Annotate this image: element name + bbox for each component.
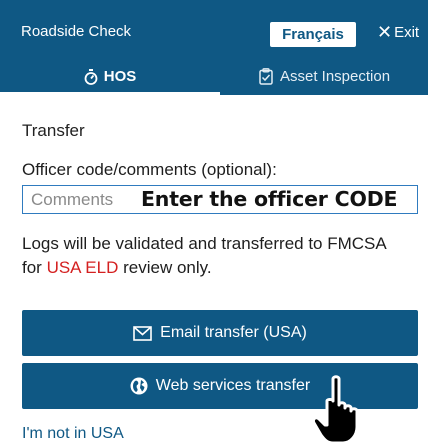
tab-hos[interactable]: HOS (0, 58, 220, 95)
close-icon: ✕ (377, 22, 393, 42)
officer-code-instruction: Enter the officer CODE (141, 187, 398, 211)
tab-asset-label: Asset Inspection (279, 68, 391, 85)
active-tab-indicator (0, 92, 220, 95)
comments-field[interactable]: Enter the officer CODE (22, 185, 418, 214)
not-in-usa-link[interactable]: I'm not in USA (22, 425, 124, 443)
tab-hos-label: HOS (103, 68, 137, 85)
comments-input[interactable] (31, 190, 131, 210)
email-transfer-button[interactable]: Email transfer (USA) (22, 310, 418, 356)
stopwatch-icon (84, 68, 98, 85)
language-button[interactable]: Français (270, 22, 356, 47)
top-bar: Roadside Check Français ✕ Exit HOS Asset… (0, 0, 428, 95)
validation-note: Logs will be validated and transferred t… (22, 232, 402, 280)
pointing-hand-icon (311, 375, 375, 444)
clipboard-icon (258, 68, 274, 85)
exit-label: Exit (394, 23, 420, 41)
web-services-transfer-label: Web services transfer (155, 377, 311, 394)
exit-button[interactable]: ✕ Exit (377, 23, 419, 41)
envelope-icon (133, 325, 152, 341)
tab-asset-inspection[interactable]: Asset Inspection (220, 58, 428, 95)
officer-code-label: Officer code/comments (optional): (22, 160, 277, 179)
usa-eld-highlight: USA ELD (46, 258, 119, 277)
app-title: Roadside Check (21, 23, 132, 40)
section-title: Transfer (22, 121, 85, 140)
email-transfer-label: Email transfer (USA) (160, 324, 307, 341)
note-text-end: review only. (118, 258, 212, 277)
globe-icon (130, 377, 148, 395)
